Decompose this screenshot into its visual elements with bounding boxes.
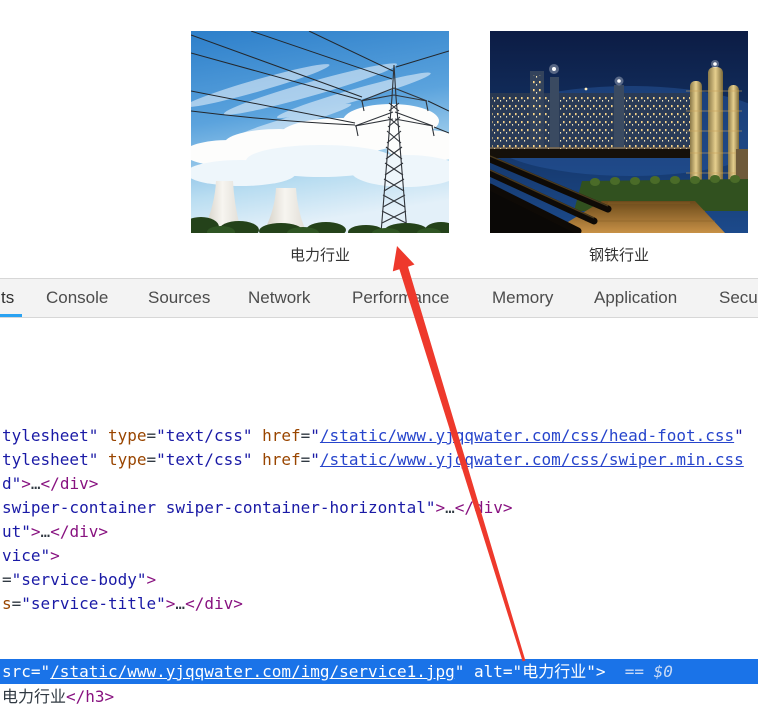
code-segment-plain: … [41, 522, 51, 541]
code-segment-val: " [310, 426, 320, 445]
screenshot-root: { "page_top": { "services": [ { "caption… [0, 0, 758, 695]
devtools-tab-application[interactable]: Application [594, 279, 677, 317]
partial-code-line[interactable]: 电力行业</h3> [2, 685, 114, 709]
code-segment-plain: = [301, 450, 311, 469]
power-industry-photo[interactable] [191, 31, 449, 233]
code-segment-val: vice" [2, 546, 50, 565]
tab-label: Securi [719, 288, 758, 308]
devtools-tab-sources[interactable]: Sources [148, 279, 210, 317]
code-segment-eq: == $0 [605, 662, 672, 681]
code-segment-tag: > [166, 594, 176, 613]
code-segment-plain: = [147, 426, 157, 445]
code-segment-val: tylesheet" [2, 426, 98, 445]
code-segment-plain: … [31, 474, 41, 493]
code-segment-val: ut" [2, 522, 31, 541]
code-segment-attr: alt [474, 662, 503, 681]
code-segment-attr: type [108, 450, 147, 469]
code-segment-plain: = [2, 570, 12, 589]
active-tab-indicator [0, 314, 22, 317]
devtools-tab-network[interactable]: Network [248, 279, 310, 317]
code-line[interactable]: ut">…</div> [2, 520, 758, 544]
code-segment-plain: = [147, 450, 157, 469]
code-segment-plain: … [445, 498, 455, 517]
devtools-tab-memory[interactable]: Memory [492, 279, 553, 317]
tab-label: Console [46, 288, 108, 308]
tab-label: Memory [492, 288, 553, 308]
code-line[interactable]: s="service-title">…</div> [2, 592, 758, 616]
code-segment-val: tylesheet" [2, 450, 98, 469]
devtools-tab-ts[interactable]: ts [1, 279, 14, 317]
code-segment-tag: > [147, 570, 157, 589]
code-segment-plain [98, 450, 108, 469]
code-line[interactable]: d">…</div> [2, 472, 758, 496]
service-caption-power: 电力行业 [191, 244, 449, 265]
devtools-tab-console[interactable]: Console [46, 279, 108, 317]
code-segment-plain [98, 426, 108, 445]
code-line[interactable]: ="service-body"> [2, 568, 758, 592]
selected-code-line[interactable]: src="/static/www.yjqqwater.com/img/servi… [0, 659, 758, 684]
code-segment-link: /static/www.yjqqwater.com/css/swiper.min… [320, 450, 744, 469]
code-segment-tag: > [435, 498, 445, 517]
tab-label: ts [1, 288, 14, 308]
code-segment-plain [252, 426, 262, 445]
code-segment-tag: </div> [50, 522, 108, 541]
code-segment-tag: </div> [455, 498, 513, 517]
code-segment-tag: > [31, 522, 41, 541]
code-segment-attr: href [262, 450, 301, 469]
code-segment-val: d" [2, 474, 21, 493]
code-segment-link: /static/www.yjqqwater.com/img/service1.j… [50, 662, 455, 681]
code-segment-val: " [734, 426, 744, 445]
code-line[interactable]: vice"> [2, 544, 758, 568]
code-segment-attr: src [2, 662, 31, 681]
code-segment-val: "text/css" [156, 450, 252, 469]
code-segment-tag: > [21, 474, 31, 493]
code-segment-val: "service-title" [21, 594, 166, 613]
code-segment-tag: </div> [185, 594, 243, 613]
code-segment-tag: </div> [41, 474, 99, 493]
code-segment-attr: type [108, 426, 147, 445]
code-segment-plain: =" [31, 662, 50, 681]
devtools-tabbar: ts Console Sources Network Performance Memory… [0, 278, 758, 318]
code-segment-plain: ="电力行业" [503, 662, 596, 681]
tab-label: Network [248, 288, 310, 308]
code-line[interactable]: tylesheet" type="text/css" href="/static… [2, 424, 758, 448]
code-segment-val: " [310, 450, 320, 469]
devtools-tab-securi[interactable]: Securi [719, 279, 758, 317]
code-segment-val: "text/css" [156, 426, 252, 445]
code-segment-plain: = [301, 426, 311, 445]
code-segment-plain: 电力行业 [2, 687, 66, 706]
code-segment-plain [252, 450, 262, 469]
code-segment-link: /static/www.yjqqwater.com/css/head-foot.… [320, 426, 734, 445]
tab-label: Performance [352, 288, 449, 308]
code-segment-val: swiper-container swiper-container-horizo… [2, 498, 435, 517]
elements-code-tree: tylesheet" type="text/css" href="/static… [2, 424, 758, 616]
code-line[interactable]: tylesheet" type="text/css" href="/static… [2, 448, 758, 472]
code-segment-attr: href [262, 426, 301, 445]
devtools-tab-performance[interactable]: Performance [352, 279, 449, 317]
tab-label: Application [594, 288, 677, 308]
code-segment-attr: s [2, 594, 12, 613]
service-caption-steel: 钢铁行业 [490, 244, 748, 265]
code-segment-tag: > [50, 546, 60, 565]
code-segment-plain: " [455, 662, 474, 681]
code-segment-plain: = [12, 594, 22, 613]
code-segment-plain: … [175, 594, 185, 613]
code-line[interactable]: swiper-container swiper-container-horizo… [2, 496, 758, 520]
tab-label: Sources [148, 288, 210, 308]
code-segment-val: "service-body" [12, 570, 147, 589]
steel-industry-photo[interactable] [490, 31, 748, 233]
code-segment-tag: </h3> [66, 687, 114, 706]
